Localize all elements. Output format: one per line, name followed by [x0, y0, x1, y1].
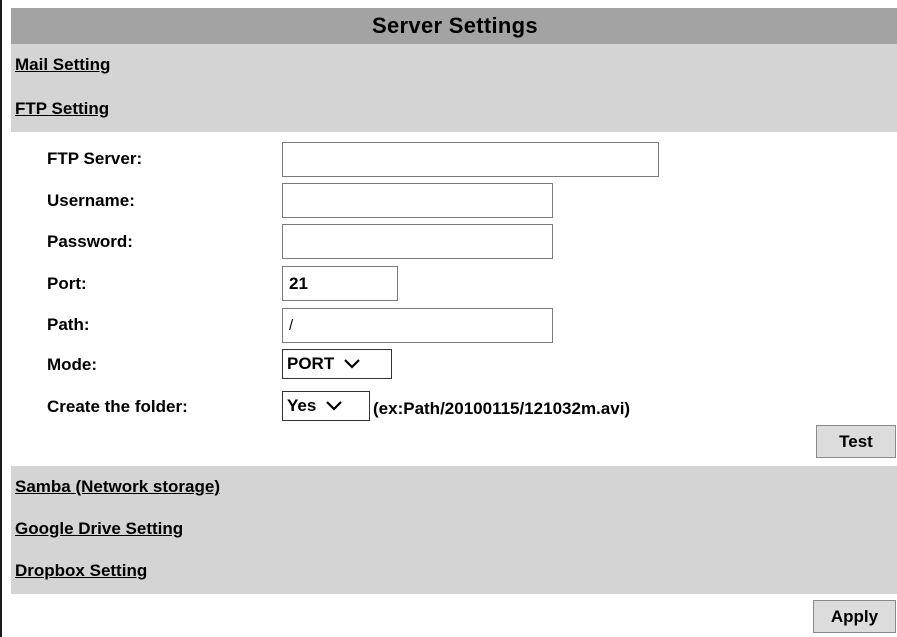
ftp-form: FTP Server: Username: Password: Port: Pa…: [11, 134, 897, 466]
create-folder-label: Create the folder:: [47, 397, 188, 416]
section-google-drive: Google Drive Setting: [11, 508, 897, 550]
top-sections: Mail Setting FTP Setting: [11, 44, 897, 132]
mail-setting-link[interactable]: Mail Setting: [15, 55, 110, 74]
section-ftp-setting: FTP Setting: [11, 86, 897, 132]
port-label: Port:: [47, 274, 87, 293]
username-input[interactable]: [282, 183, 553, 218]
test-button[interactable]: Test: [816, 425, 896, 458]
password-label: Password:: [47, 232, 133, 251]
create-folder-select[interactable]: Yes: [282, 391, 370, 421]
password-input[interactable]: [282, 224, 553, 259]
samba-link[interactable]: Samba (Network storage): [15, 477, 220, 496]
username-label: Username:: [47, 191, 135, 210]
page-title: Server Settings: [11, 8, 897, 44]
path-input[interactable]: [282, 308, 553, 343]
folder-path-hint: (ex:Path/20100115/121032m.avi): [373, 399, 631, 418]
ftp-server-label: FTP Server:: [47, 149, 143, 168]
chevron-down-icon: [343, 350, 361, 387]
apply-area: Apply: [11, 594, 897, 637]
section-dropbox: Dropbox Setting: [11, 550, 897, 592]
ftp-setting-link[interactable]: FTP Setting: [15, 99, 109, 118]
mode-select-value: PORT: [287, 354, 335, 373]
path-label: Path:: [47, 315, 90, 334]
mode-label: Mode:: [47, 355, 98, 374]
section-mail-setting: Mail Setting: [11, 44, 897, 86]
bottom-sections: Samba (Network storage) Google Drive Set…: [11, 466, 897, 594]
section-samba: Samba (Network storage): [11, 466, 897, 508]
settings-frame: Server Settings Mail Setting FTP Setting…: [0, 0, 897, 637]
create-folder-select-value: Yes: [287, 396, 317, 415]
ftp-server-input[interactable]: [282, 142, 659, 177]
dropbox-link[interactable]: Dropbox Setting: [15, 561, 147, 580]
apply-button[interactable]: Apply: [813, 600, 896, 633]
google-drive-link[interactable]: Google Drive Setting: [15, 519, 183, 538]
mode-select[interactable]: PORT: [282, 349, 392, 379]
chevron-down-icon: [325, 392, 343, 429]
port-input[interactable]: [282, 266, 398, 301]
